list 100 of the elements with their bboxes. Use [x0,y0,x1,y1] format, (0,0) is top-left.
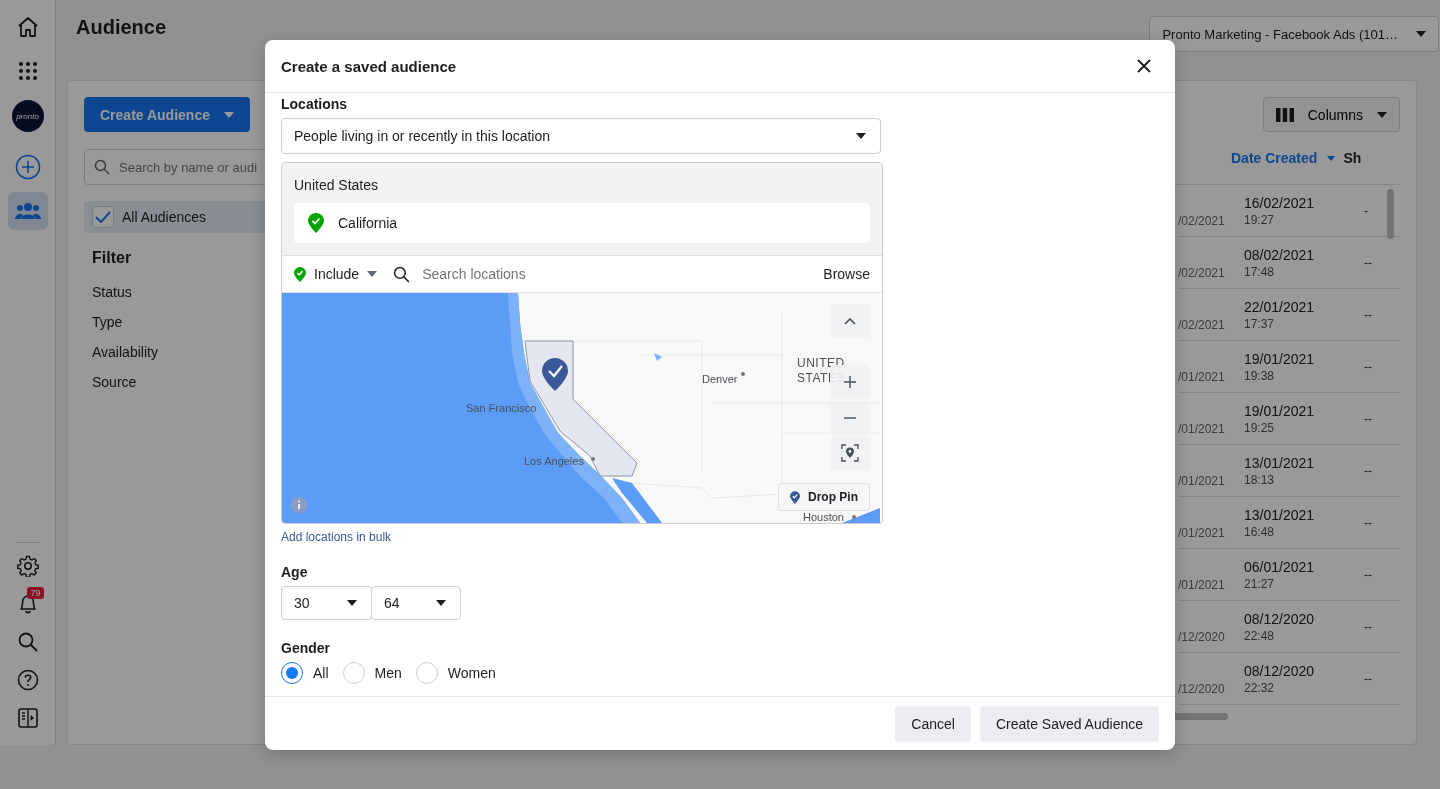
field-label: Gender [281,640,330,656]
plus-circle-icon [14,154,41,180]
table-cell-text: /02/2021 [1178,266,1226,280]
table-cell-text: /01/2021 [1178,474,1226,488]
time-text: 19:27 [1244,212,1276,227]
city-map-label: Denver [702,373,738,385]
columns-button[interactable]: Columns [1262,97,1400,132]
radio-label: Men [374,665,402,681]
caret-icon [436,600,446,606]
account-dropdown[interactable]: Pronto Marketing - Facebook Ads (101… [1149,16,1439,52]
caret-icon [856,133,866,139]
plus-icon [844,376,856,388]
country-map-label: UNITED [797,356,845,370]
cancel-button[interactable]: Cancel [895,705,971,742]
table-cell-text: /12/2020 [1178,682,1226,696]
column-header[interactable]: Sh [1343,150,1362,166]
notifications-nav-button[interactable]: 79 [7,585,48,623]
field-label: Age [281,564,308,580]
city-map-label: San Francisco [466,402,537,414]
scrollbar-thumb[interactable] [1387,189,1394,239]
close-icon [1137,59,1151,73]
date-text: 08/12/2020 [1244,662,1316,679]
filter-heading: Filter [92,249,133,267]
location-search-field[interactable]: Search locations [420,265,808,283]
include-dropdown[interactable]: Include [294,266,378,282]
field-label: Locations [281,96,348,112]
radio-label: All [313,665,329,681]
time-text: 22:32 [1244,680,1276,695]
city-map-label: Houston [803,511,844,523]
page-title: Audience [76,15,167,39]
all-audiences-label: All Audiences [122,209,207,225]
min-age-dropdown[interactable]: 30 [281,586,372,620]
notification-count-badge: 79 [27,587,44,599]
date-text: 16/02/2021 [1244,194,1316,211]
table-cell-text: /02/2021 [1178,214,1226,228]
location-chip[interactable]: California [294,203,870,243]
minus-icon [844,417,856,419]
radio-label: Women [447,665,496,681]
add-locations-in-bulk-link[interactable]: Add locations in bulk [281,530,392,544]
caret-icon [367,271,378,277]
table-cell: -- [1364,515,1372,530]
caret-icon [1377,111,1387,118]
collapse-map-button[interactable] [830,304,870,338]
time-text: 18:13 [1244,472,1276,487]
table-cell-text: /12/2020 [1178,630,1226,644]
info-icon[interactable] [291,497,307,513]
apps-grid-icon [17,61,38,81]
help-icon [16,669,39,691]
table-cell: -- [1364,619,1372,634]
date-text: 08/02/2021 [1244,246,1316,263]
date-text: 19/01/2021 [1244,350,1316,367]
search-icon [16,631,39,653]
table-cell: -- [1364,463,1372,478]
pin-check-icon [790,490,800,504]
table-cell: -- [1364,567,1372,582]
date-text: 08/12/2020 [1244,610,1316,627]
audiences-nav-button[interactable] [7,192,48,230]
side-panel-icon [16,707,39,729]
max-age-dropdown[interactable]: 64 [371,586,461,620]
table-cell-text: /01/2021 [1178,370,1226,384]
table-cell: -- [1364,359,1372,374]
table-cell: -- [1364,307,1372,322]
checkbox[interactable] [92,206,114,228]
table-cell: -- [1364,671,1372,686]
browse-link[interactable]: Browse [823,266,870,282]
columns-icon [1275,107,1294,122]
pin-check-icon [308,213,324,233]
date-text: 22/01/2021 [1244,298,1316,315]
table-cell-text: /01/2021 [1178,578,1226,592]
table-cell: -- [1364,411,1372,426]
location-type-dropdown[interactable]: People living in or recently in this location [281,118,881,154]
date-text: 13/01/2021 [1244,454,1316,471]
account-avatar[interactable]: pronto [11,100,44,132]
drop-pin-button[interactable]: Drop Pin [778,483,870,511]
chevron-up-icon [844,317,856,325]
caret-icon [223,111,234,118]
time-text: 19:25 [1244,420,1276,435]
create-saved-audience-button[interactable]: Create Saved Audience [979,705,1159,742]
date-text: 13/01/2021 [1244,506,1316,523]
date-text: 06/01/2021 [1244,558,1316,575]
table-cell-text: /02/2021 [1178,318,1226,332]
time-text: 22:48 [1244,628,1276,643]
time-text: 21:27 [1244,576,1276,591]
locate-button[interactable] [830,436,870,470]
pin-check-icon [294,266,306,282]
time-text: 17:48 [1244,264,1276,279]
table-cell-text: /01/2021 [1178,526,1226,540]
people-icon [14,202,41,220]
radio-button[interactable] [281,662,303,684]
dialog-title: Create a saved audience [281,57,457,75]
city-map-label: Los Angeles [524,455,584,467]
time-text: 17:37 [1244,316,1276,331]
time-text: 16:48 [1244,524,1276,539]
time-text: 19:38 [1244,368,1276,383]
date-text: 19/01/2021 [1244,402,1316,419]
caret-icon [1416,31,1426,37]
search-icon [393,265,411,283]
caret-icon [347,600,357,606]
locate-pin-icon [841,444,859,462]
table-cell: - [1364,203,1368,218]
